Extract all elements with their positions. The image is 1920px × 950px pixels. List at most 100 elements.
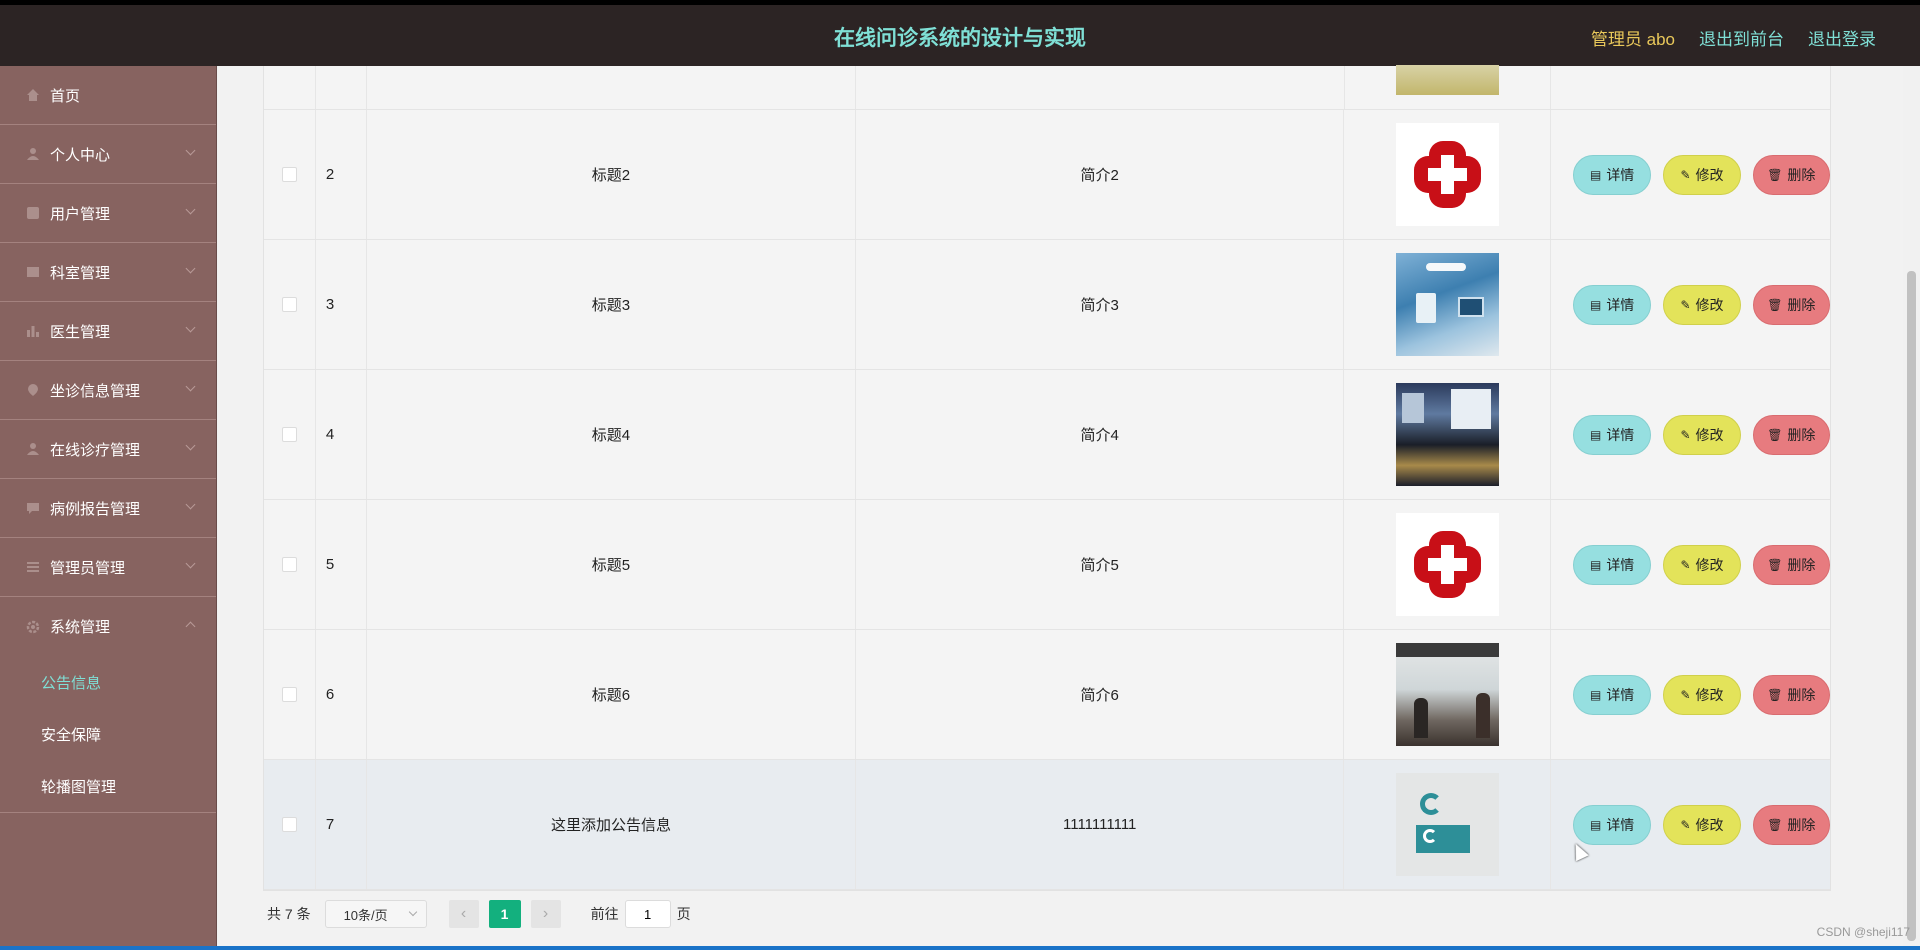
- chevron-up-icon: [185, 621, 196, 632]
- table-row: [264, 65, 1830, 110]
- edit-button[interactable]: ✎ 修改: [1663, 284, 1741, 325]
- row-checkbox[interactable]: [281, 427, 297, 442]
- system-management-submenu: 公告信息 安全保障 轮播图管理: [0, 656, 216, 813]
- next-page-button[interactable]: ›: [530, 900, 561, 928]
- top-header: 在线问诊系统的设计与实现 管理员 abo 退出到前台 退出登录: [0, 0, 1920, 66]
- edit-button[interactable]: ✎ 修改: [1663, 154, 1741, 195]
- delete-button[interactable]: 🗑 删除: [1752, 804, 1830, 845]
- trash-icon: 🗑: [1767, 817, 1783, 832]
- operating-room-image[interactable]: [1395, 253, 1499, 356]
- sidebar-item-label: 科室管理: [50, 264, 111, 282]
- chevron-down-icon: [408, 907, 417, 917]
- row-image: [1395, 65, 1499, 95]
- document-icon: ▤: [1589, 297, 1602, 312]
- logout-link[interactable]: 退出登录: [1808, 25, 1876, 50]
- trash-icon: 🗑: [1767, 167, 1783, 182]
- document-icon: ▤: [1589, 817, 1602, 832]
- announcement-table: 2 标题2 简介2 ▤ 详情 ✎ 修改 🗑 删除 3 标题3 简介3 ▤ 详情 ✎ 修改 …: [263, 65, 1831, 891]
- row-title: 这里添加公告信息: [367, 760, 857, 889]
- document-icon: ▤: [1589, 687, 1602, 702]
- sidebar-item-online-treatment-management[interactable]: 在线诊疗管理: [0, 420, 216, 479]
- page-size-select[interactable]: 10条/页: [324, 900, 427, 928]
- row-checkbox[interactable]: [281, 687, 297, 702]
- detail-button[interactable]: ▤ 详情: [1573, 674, 1652, 715]
- red-cross-image[interactable]: [1395, 513, 1499, 616]
- gear-icon: [26, 620, 40, 634]
- trash-icon: 🗑: [1767, 297, 1783, 312]
- edit-button[interactable]: ✎ 修改: [1663, 674, 1741, 715]
- delete-button[interactable]: 🗑 删除: [1752, 284, 1830, 325]
- row-intro: 简介4: [856, 370, 1345, 499]
- delete-button[interactable]: 🗑 删除: [1752, 414, 1830, 455]
- detail-button[interactable]: ▤ 详情: [1573, 284, 1652, 325]
- submenu-item-carousel-management[interactable]: 轮播图管理: [0, 760, 216, 812]
- row-checkbox[interactable]: [281, 557, 297, 572]
- edit-button[interactable]: ✎ 修改: [1663, 544, 1741, 585]
- edit-button[interactable]: ✎ 修改: [1663, 804, 1741, 845]
- chevron-down-icon: [185, 381, 196, 392]
- lobby-image[interactable]: [1395, 643, 1499, 746]
- page-number-button[interactable]: 1: [488, 900, 521, 928]
- goto-suffix: 页: [676, 906, 691, 922]
- chevron-right-icon: ›: [542, 905, 549, 922]
- detail-button[interactable]: ▤ 详情: [1573, 544, 1652, 585]
- row-checkbox[interactable]: [281, 817, 297, 832]
- sidebar-item-personal-center[interactable]: 个人中心: [0, 125, 216, 184]
- user-icon: [26, 442, 40, 456]
- list-icon: [26, 560, 40, 574]
- chevron-down-icon: [185, 145, 196, 156]
- row-title: 标题4: [367, 370, 857, 499]
- goto-page-input[interactable]: [624, 900, 671, 928]
- row-checkbox[interactable]: [281, 167, 297, 182]
- department-icon: [26, 265, 40, 279]
- row-intro: 1111111111: [856, 760, 1345, 889]
- row-index: 4: [316, 370, 367, 499]
- sidebar-item-label: 医生管理: [50, 323, 111, 341]
- scrollbar-thumb[interactable]: [1907, 271, 1916, 941]
- row-intro: 简介2: [856, 110, 1345, 239]
- sidebar-item-clinic-info-management[interactable]: 坐诊信息管理: [0, 361, 216, 420]
- row-index: 7: [316, 760, 367, 889]
- users-icon: [26, 206, 40, 220]
- sidebar-item-department-management[interactable]: 科室管理: [0, 243, 216, 302]
- pencil-icon: ✎: [1680, 817, 1691, 832]
- document-icon: ▤: [1589, 427, 1602, 442]
- row-intro: 简介5: [856, 500, 1345, 629]
- submenu-item-announcements[interactable]: 公告信息: [0, 656, 216, 708]
- sidebar-item-label: 个人中心: [50, 146, 111, 164]
- chevron-down-icon: [185, 558, 196, 569]
- row-checkbox[interactable]: [281, 297, 297, 312]
- detail-button[interactable]: ▤ 详情: [1573, 154, 1652, 195]
- detail-button[interactable]: ▤ 详情: [1573, 414, 1652, 455]
- table-row: 3 标题3 简介3 ▤ 详情 ✎ 修改 🗑 删除: [264, 240, 1830, 370]
- delete-button[interactable]: 🗑 删除: [1752, 674, 1830, 715]
- row-title: 标题2: [367, 110, 857, 239]
- sidebar-item-user-management[interactable]: 用户管理: [0, 184, 216, 243]
- row-intro: 简介3: [856, 240, 1345, 369]
- sidebar-item-home[interactable]: 首页: [0, 66, 216, 125]
- prev-page-button[interactable]: ‹: [448, 900, 479, 928]
- delete-button[interactable]: 🗑 删除: [1752, 154, 1830, 195]
- vertical-scrollbar[interactable]: [1903, 66, 1920, 946]
- exit-to-front-link[interactable]: 退出到前台: [1699, 25, 1784, 50]
- row-title: 标题5: [367, 500, 857, 629]
- chevron-down-icon: [185, 499, 196, 510]
- document-icon: ▤: [1589, 167, 1602, 182]
- row-index: 3: [316, 240, 367, 369]
- watermark: CSDN @sheji117: [1816, 925, 1910, 939]
- row-index: 5: [316, 500, 367, 629]
- hall-image[interactable]: [1395, 383, 1499, 486]
- edit-button[interactable]: ✎ 修改: [1663, 414, 1741, 455]
- red-cross-image[interactable]: [1395, 123, 1499, 226]
- logo-image[interactable]: [1395, 773, 1499, 876]
- detail-button[interactable]: ▤ 详情: [1573, 804, 1652, 845]
- sidebar-item-admin-management[interactable]: 管理员管理: [0, 538, 216, 597]
- submenu-item-security[interactable]: 安全保障: [0, 708, 216, 760]
- delete-button[interactable]: 🗑 删除: [1752, 544, 1830, 585]
- trash-icon: 🗑: [1767, 687, 1783, 702]
- row-index: 6: [316, 630, 367, 759]
- sidebar-item-doctor-management[interactable]: 医生管理: [0, 302, 216, 361]
- sidebar-item-system-management[interactable]: 系统管理: [0, 597, 216, 656]
- sidebar-item-case-report-management[interactable]: 病例报告管理: [0, 479, 216, 538]
- row-title: 标题6: [367, 630, 857, 759]
